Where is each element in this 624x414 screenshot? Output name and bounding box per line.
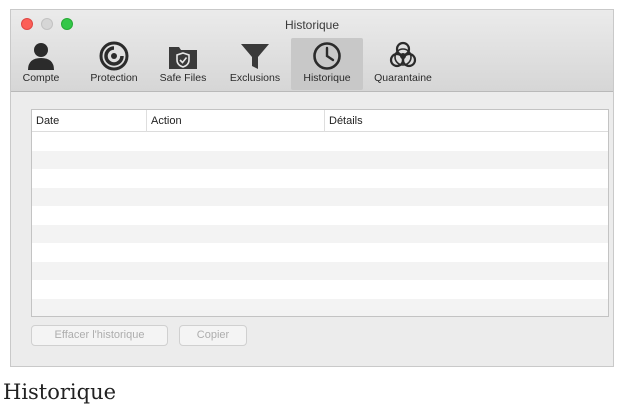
table-row [32, 298, 608, 316]
preferences-window: Historique Compte Protection Safe Files … [10, 9, 614, 367]
tab-label: Safe Files [159, 72, 207, 84]
title-bar: Historique Compte Protection Safe Files … [11, 10, 613, 92]
tab-safe-files[interactable]: Safe Files [153, 38, 213, 90]
table-row [32, 187, 608, 206]
window-title: Historique [284, 18, 340, 32]
clear-history-button[interactable]: Effacer l'historique [31, 325, 168, 346]
column-header-details[interactable]: Détails [324, 110, 608, 132]
copy-button[interactable]: Copier [179, 325, 247, 346]
tab-protection[interactable]: Protection [81, 38, 147, 90]
table-body [32, 132, 608, 316]
filter-icon [241, 44, 269, 69]
tab-historique[interactable]: Historique [291, 38, 363, 90]
protection-icon [99, 41, 129, 71]
history-table[interactable]: Date Action Détails [31, 109, 609, 317]
biohazard-icon [389, 41, 417, 68]
table-row [32, 280, 608, 299]
tab-label: Protection [90, 72, 138, 84]
tab-label: Exclusions [229, 72, 281, 84]
table-row [32, 132, 608, 151]
table-row [32, 261, 608, 280]
table-row [32, 224, 608, 243]
table-row [32, 206, 608, 225]
column-header-action[interactable]: Action [146, 110, 324, 132]
table-row [32, 169, 608, 188]
tab-label: Compte [22, 72, 60, 84]
tab-quarantaine[interactable]: Quarantaine [367, 38, 439, 90]
tab-exclusions[interactable]: Exclusions [221, 38, 289, 90]
user-icon [28, 43, 54, 70]
table-row [32, 243, 608, 262]
clock-icon [313, 42, 341, 70]
column-header-date[interactable]: Date [32, 110, 146, 132]
safe-files-icon [169, 47, 197, 69]
tab-label: Quarantaine [374, 72, 432, 84]
table-header: Date Action Détails [32, 110, 608, 132]
tab-compte[interactable]: Compte [15, 38, 67, 90]
page-caption: Historique [3, 380, 117, 404]
table-row [32, 150, 608, 169]
tab-label: Historique [303, 72, 351, 84]
